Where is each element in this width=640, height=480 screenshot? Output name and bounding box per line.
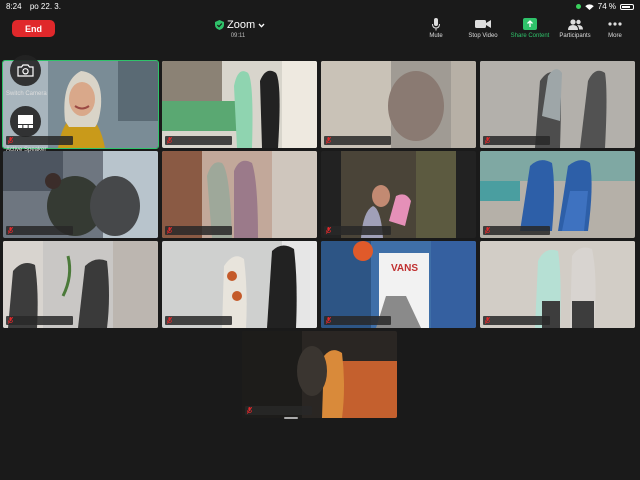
- share-content-button[interactable]: Share Content: [506, 17, 554, 39]
- video-tile[interactable]: [162, 241, 317, 328]
- shirt-print-text: VANS: [391, 263, 419, 274]
- participant-nameplate: [483, 136, 550, 145]
- more-dots-icon: [608, 22, 622, 26]
- muted-mic-icon: [167, 317, 172, 324]
- muted-mic-icon: [485, 227, 490, 234]
- video-feed: [162, 241, 317, 328]
- switch-camera-label: Switch Camera: [6, 91, 47, 97]
- battery-fill: [622, 5, 630, 8]
- video-feed: [480, 61, 635, 148]
- video-camera-icon: [475, 20, 491, 28]
- video-tile[interactable]: [480, 151, 635, 238]
- wifi-icon: [584, 3, 594, 10]
- status-bar: 8:24 po 22. 3. 74 %: [0, 0, 640, 12]
- video-tile[interactable]: [162, 61, 317, 148]
- meeting-timer: 09:11: [230, 33, 246, 39]
- meeting-title[interactable]: Zoom 09:11: [215, 19, 275, 45]
- status-time: 8:24: [6, 2, 22, 11]
- video-feed: [321, 151, 476, 238]
- video-tile[interactable]: [321, 61, 476, 148]
- participant-nameplate: [6, 136, 73, 145]
- muted-mic-icon: [167, 137, 172, 144]
- video-feed: [3, 241, 158, 328]
- switch-camera-button[interactable]: [10, 55, 41, 86]
- video-feed: [162, 61, 317, 148]
- muted-mic-icon: [326, 227, 331, 234]
- participant-nameplate: [324, 316, 391, 325]
- participant-nameplate: [324, 136, 391, 145]
- video-tile[interactable]: [242, 331, 397, 418]
- active-speaker-button[interactable]: [10, 106, 41, 137]
- battery-icon: [620, 3, 634, 10]
- muted-mic-icon: [8, 317, 13, 324]
- stop-video-button[interactable]: Stop Video: [463, 17, 503, 39]
- participant-nameplate: [165, 226, 232, 235]
- muted-mic-icon: [167, 227, 172, 234]
- participants-icon: [567, 18, 583, 30]
- video-tile[interactable]: VANS: [321, 241, 476, 328]
- video-feed: [3, 151, 158, 238]
- video-feed: [162, 151, 317, 238]
- battery-percent: 74 %: [597, 2, 616, 11]
- chevron-down-icon: [258, 23, 265, 28]
- participants-label: Participants: [559, 33, 591, 39]
- muted-mic-icon: [485, 317, 490, 324]
- muted-mic-icon: [326, 317, 331, 324]
- video-tile[interactable]: [321, 151, 476, 238]
- encryption-shield-icon: [215, 20, 224, 30]
- participant-nameplate: [165, 136, 232, 145]
- more-label: More: [608, 33, 622, 39]
- video-feed: [321, 241, 476, 328]
- meeting-title-text: Zoom: [227, 19, 256, 31]
- participants-button[interactable]: Participants: [555, 17, 595, 39]
- video-tile[interactable]: [162, 151, 317, 238]
- participant-nameplate: [6, 316, 73, 325]
- muted-mic-icon: [326, 137, 331, 144]
- status-date: po 22. 3.: [29, 2, 61, 11]
- participant-nameplate: [324, 226, 391, 235]
- video-feed: [242, 331, 397, 418]
- muted-mic-icon: [485, 137, 490, 144]
- stop-video-label: Stop Video: [468, 33, 498, 39]
- camera-flip-icon: [17, 64, 34, 77]
- share-screen-icon: [523, 18, 537, 30]
- participant-nameplate: [483, 226, 550, 235]
- participant-nameplate: [6, 226, 73, 235]
- mute-label: Mute: [429, 33, 443, 39]
- muted-mic-icon: [8, 227, 13, 234]
- participant-nameplate: [483, 316, 550, 325]
- video-feed: [480, 151, 635, 238]
- mute-button[interactable]: Mute: [423, 17, 449, 39]
- microphone-icon: [432, 17, 440, 30]
- camera-active-indicator-icon: [575, 4, 581, 9]
- video-feed: [480, 241, 635, 328]
- participant-nameplate: [165, 316, 232, 325]
- active-speaker-label: Active Speaker: [6, 147, 47, 153]
- video-tile[interactable]: [3, 151, 158, 238]
- video-tile[interactable]: [480, 61, 635, 148]
- more-button[interactable]: More: [602, 17, 628, 39]
- video-feed: [321, 61, 476, 148]
- muted-mic-icon: [8, 137, 13, 144]
- participant-nameplate: [245, 406, 312, 415]
- active-speaker-layout-icon: [18, 115, 33, 128]
- video-tile[interactable]: [3, 241, 158, 328]
- home-indicator: [284, 417, 298, 419]
- end-meeting-button[interactable]: End: [12, 20, 55, 37]
- video-tile[interactable]: [480, 241, 635, 328]
- share-content-label: Share Content: [510, 33, 550, 39]
- muted-mic-icon: [247, 407, 252, 414]
